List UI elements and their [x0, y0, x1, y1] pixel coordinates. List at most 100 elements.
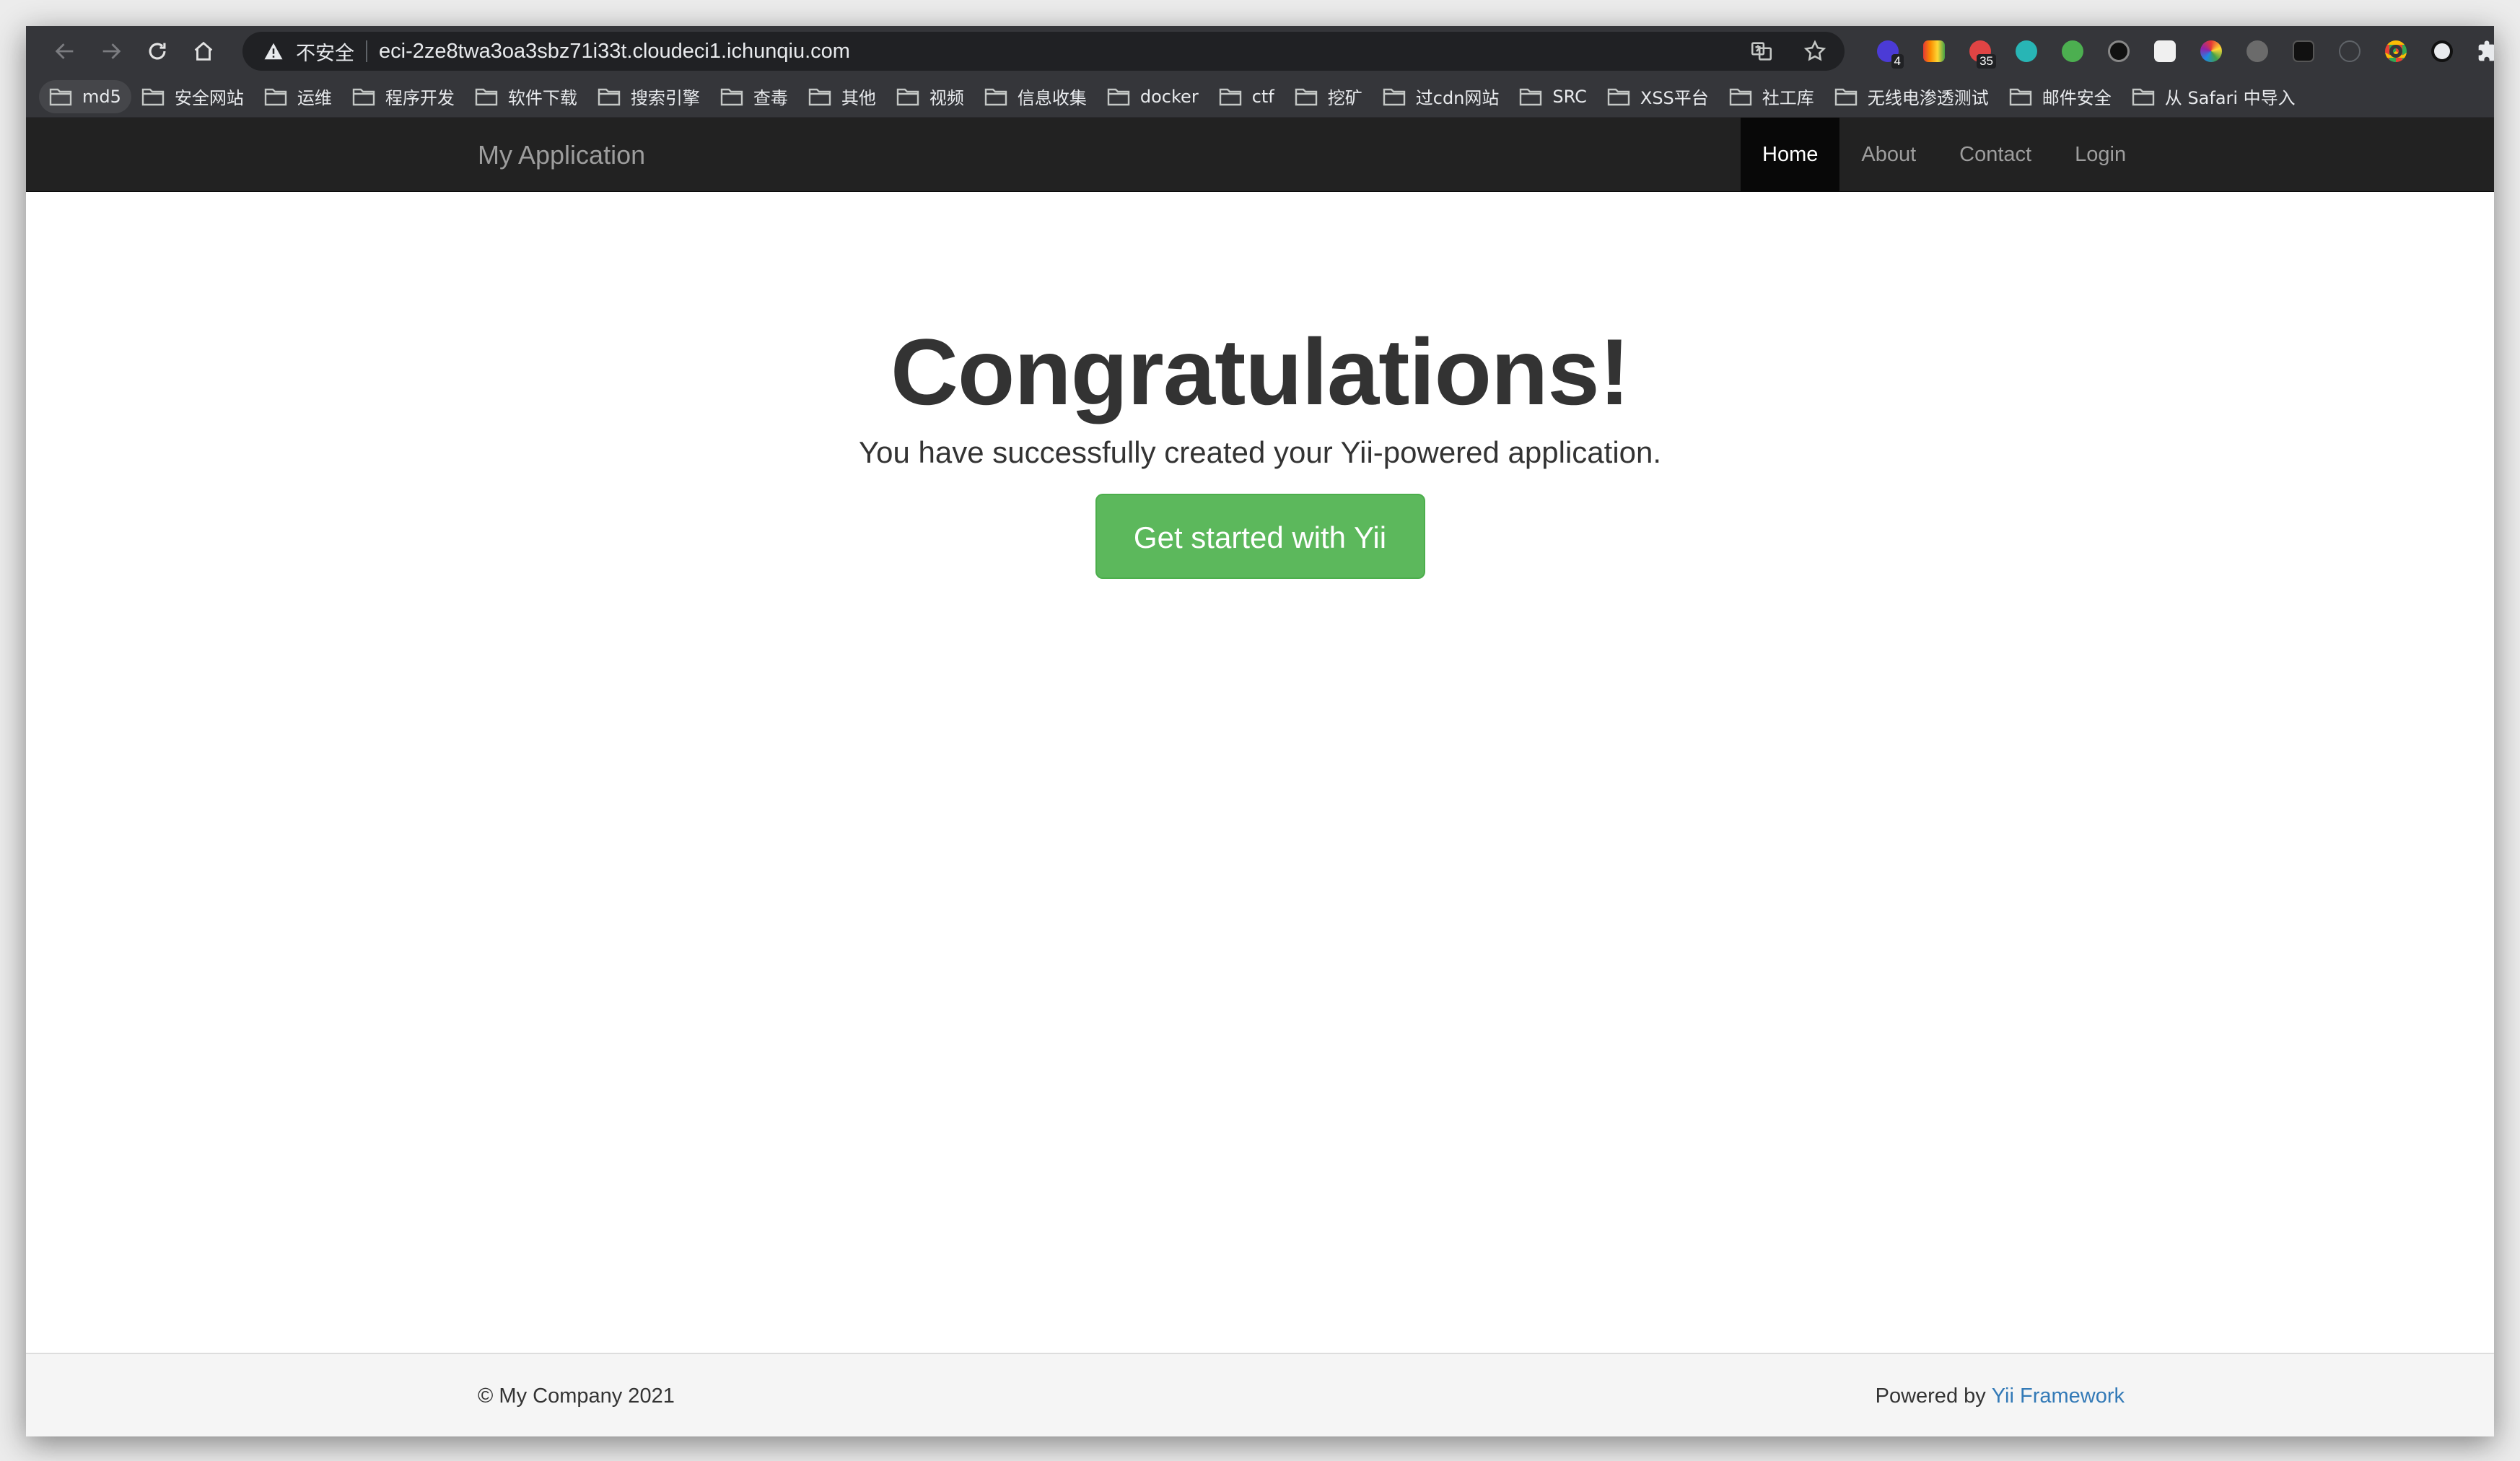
- m-circle-icon: [2016, 40, 2037, 62]
- extension-7[interactable]: [2142, 26, 2188, 76]
- extension-badge: 4: [1891, 54, 1904, 69]
- folder-icon: [808, 87, 841, 107]
- bookmark-folder[interactable]: SRC: [1509, 80, 1596, 113]
- bookmark-folder[interactable]: md5: [39, 79, 131, 113]
- extension-11[interactable]: [2327, 26, 2373, 76]
- folder-icon: [2009, 87, 2042, 107]
- bookmark-folder[interactable]: 安全网站: [131, 80, 254, 113]
- extension-2[interactable]: [1911, 26, 1957, 76]
- folder-icon: [1219, 87, 1252, 107]
- dark-square-icon: [2293, 40, 2314, 62]
- extension-12[interactable]: [2373, 26, 2419, 76]
- extensions-bar: 4 35: [1865, 26, 2494, 76]
- bookmark-label: 从 Safari 中导入: [2164, 88, 2296, 108]
- folder-icon: [984, 87, 1018, 107]
- back-button[interactable]: [42, 28, 88, 74]
- browser-toolbar: 不安全 eci-2ze8twa3oa3sbz71i33t.cloudeci1.i…: [26, 26, 2494, 76]
- url-text[interactable]: eci-2ze8twa3oa3sbz71i33t.cloudeci1.ichun…: [379, 40, 850, 64]
- folder-icon: [1107, 87, 1140, 107]
- jumbotron: Congratulations! You have successfully c…: [26, 192, 2494, 579]
- bookmark-folder[interactable]: ctf: [1209, 80, 1285, 113]
- folder-icon: [1729, 87, 1762, 107]
- nav-contact[interactable]: Contact: [1938, 118, 2053, 192]
- warning-icon[interactable]: [263, 40, 284, 62]
- folder-icon: [475, 87, 508, 107]
- bookmark-folder[interactable]: 无线电渗透测试: [1824, 80, 1999, 113]
- folder-icon: [1607, 87, 1640, 107]
- address-separator: [366, 40, 367, 62]
- bookmark-folder[interactable]: docker: [1097, 80, 1209, 113]
- bookmark-label: 程序开发: [385, 88, 455, 108]
- folder-icon: [1383, 87, 1416, 107]
- bookmark-folder[interactable]: 软件下载: [465, 80, 587, 113]
- folder-icon: [720, 87, 753, 107]
- rainbow-square-icon: [1923, 40, 1945, 62]
- bookmark-label: 无线电渗透测试: [1867, 88, 1989, 108]
- info-gray-icon: [2339, 40, 2361, 62]
- bookmark-folder[interactable]: 查毒: [710, 80, 798, 113]
- extension-8[interactable]: [2188, 26, 2234, 76]
- extension-6[interactable]: [2096, 26, 2142, 76]
- home-button[interactable]: [180, 28, 227, 74]
- extension-1[interactable]: 4: [1865, 26, 1911, 76]
- bookmark-label: SRC: [1552, 86, 1587, 107]
- color-wheel-icon: [2200, 40, 2222, 62]
- bookmark-folder[interactable]: 挖矿: [1285, 80, 1373, 113]
- forward-button[interactable]: [88, 28, 134, 74]
- address-bar[interactable]: 不安全 eci-2ze8twa3oa3sbz71i33t.cloudeci1.i…: [242, 32, 1845, 71]
- get-started-button[interactable]: Get started with Yii: [1095, 493, 1425, 579]
- folder-icon: [264, 87, 297, 107]
- bookmark-star-icon[interactable]: [1803, 39, 1827, 64]
- powered-by-label: Powered by: [1875, 1384, 1986, 1408]
- translate-icon[interactable]: [1749, 39, 1774, 64]
- bookmark-label: ctf: [1251, 86, 1274, 107]
- address-actions: [1749, 32, 1827, 71]
- bookmark-folder[interactable]: 视频: [886, 80, 974, 113]
- nav-about[interactable]: About: [1839, 118, 1938, 192]
- extensions-puzzle-icon: [2478, 40, 2494, 61]
- bookmark-label: 邮件安全: [2042, 88, 2112, 108]
- nav-links: Home About Contact Login: [1741, 118, 2148, 192]
- lead-text: You have successfully created your Yii-p…: [858, 435, 1662, 469]
- nav-home[interactable]: Home: [1741, 118, 1840, 192]
- bookmark-folder[interactable]: 过cdn网站: [1373, 80, 1510, 113]
- bookmark-label: 运维: [297, 88, 332, 108]
- bookmark-label: XSS平台: [1640, 88, 1709, 108]
- extension-5[interactable]: [2049, 26, 2096, 76]
- extension-3[interactable]: 35: [1957, 26, 2003, 76]
- yii-framework-link[interactable]: Yii Framework: [1992, 1384, 2125, 1408]
- bookmark-label: docker: [1139, 86, 1199, 107]
- bookmark-folder[interactable]: 信息收集: [974, 80, 1097, 113]
- extension-13[interactable]: [2419, 26, 2465, 76]
- bookmark-folder[interactable]: XSS平台: [1597, 80, 1719, 113]
- bookmark-folder[interactable]: 从 Safari 中导入: [2122, 80, 2306, 113]
- bookmark-label: 视频: [929, 88, 964, 108]
- bookmark-label: 其他: [841, 88, 876, 108]
- extension-9[interactable]: [2234, 26, 2280, 76]
- reload-icon: [149, 43, 166, 59]
- extension-badge: 35: [1977, 54, 1996, 69]
- folder-icon: [49, 87, 82, 107]
- panda-icon: [2431, 40, 2453, 62]
- gear-gray-icon: [2246, 40, 2268, 62]
- brand-link[interactable]: My Application: [478, 118, 645, 192]
- bookmark-folder[interactable]: 邮件安全: [1999, 80, 2122, 113]
- nav-login[interactable]: Login: [2053, 118, 2148, 192]
- folder-icon: [1295, 87, 1328, 107]
- bookmark-label: 安全网站: [174, 88, 244, 108]
- security-status[interactable]: 不安全: [296, 38, 354, 66]
- extension-10[interactable]: [2280, 26, 2327, 76]
- bookmark-folder[interactable]: 其他: [798, 80, 886, 113]
- folder-icon: [1834, 87, 1868, 107]
- bookmark-folder[interactable]: 运维: [254, 80, 342, 113]
- bookmark-folder[interactable]: 社工库: [1719, 80, 1824, 113]
- bookmark-folder[interactable]: 搜索引擎: [587, 80, 710, 113]
- copyright-text: © My Company 2021: [478, 1384, 675, 1408]
- reload-button[interactable]: [134, 28, 180, 74]
- bookmark-label: md5: [82, 86, 121, 107]
- extensions-menu-button[interactable]: [2465, 26, 2494, 76]
- bookmark-label: 软件下载: [507, 88, 577, 108]
- bookmark-folder[interactable]: 程序开发: [342, 80, 465, 113]
- bookmark-label: 社工库: [1762, 88, 1814, 108]
- extension-4[interactable]: [2003, 26, 2049, 76]
